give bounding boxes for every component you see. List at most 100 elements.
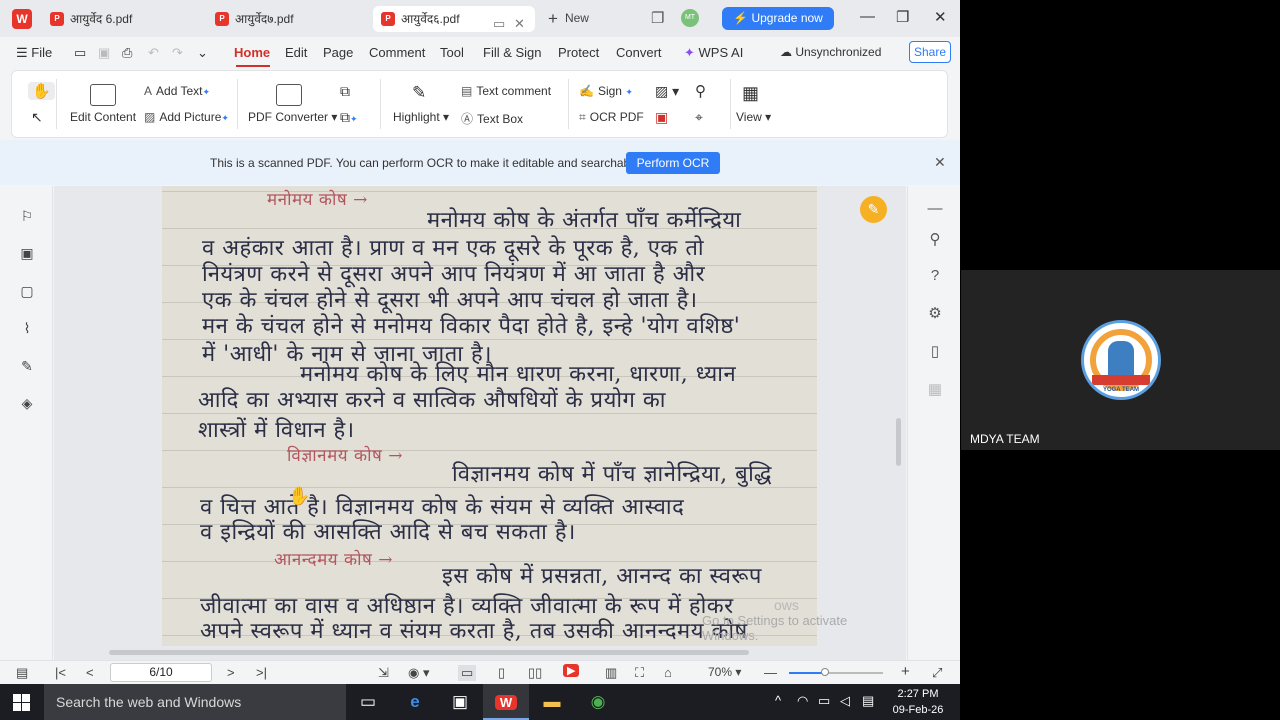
continuous-page-icon[interactable]: ▭ [458, 665, 477, 681]
zoom-slider-knob[interactable] [820, 668, 829, 676]
minimize-icon[interactable]: — [860, 8, 875, 25]
menu-home[interactable]: Home [234, 45, 270, 60]
tab-ayurved-6[interactable]: P आयुर्वेद 6.pdf [42, 6, 202, 32]
menu-protect[interactable]: Protect [558, 45, 599, 60]
save-icon[interactable]: ▣ [98, 45, 110, 61]
two-page-icon[interactable]: ▯▯ [528, 665, 542, 681]
battery-icon[interactable]: ▭ [818, 693, 830, 709]
screen-mirror-icon[interactable]: ▭ [493, 11, 505, 37]
toggle-sidebar-icon[interactable]: ▤ [16, 665, 28, 681]
share-button[interactable]: Share [909, 41, 951, 63]
fit-width-icon[interactable]: ▥ [605, 665, 617, 681]
menu-edit[interactable]: Edit [285, 45, 307, 60]
eye-read-mode-icon[interactable]: ◉ ▾ [408, 665, 429, 681]
wps-office-taskbar-icon[interactable]: W [483, 684, 529, 720]
zoom-out-icon[interactable]: — [764, 665, 777, 680]
upgrade-button[interactable]: ⚡ Upgrade now [722, 7, 834, 30]
signature-panel-icon[interactable]: ✎ [19, 358, 35, 374]
perform-ocr-button[interactable]: Perform OCR [626, 152, 720, 174]
image-tools-icon[interactable]: ▨ ▾ [655, 83, 679, 100]
add-text-button[interactable]: A Add Text✦ [144, 84, 210, 98]
convert-more-icon[interactable]: ⧉✦ [340, 109, 358, 126]
file-menu[interactable]: ☰ File [16, 45, 52, 61]
horizontal-scrollbar[interactable] [64, 649, 889, 657]
search-icon[interactable]: ⚲ [695, 82, 706, 100]
close-window-icon[interactable]: ✕ [934, 8, 947, 26]
apps-grid-icon[interactable]: ▦ [926, 380, 944, 398]
more-chevron-icon[interactable]: ⌄ [197, 45, 208, 61]
single-page-icon[interactable]: ▯ [498, 665, 505, 681]
menu-fill-sign[interactable]: Fill & Sign [483, 45, 542, 60]
text-box-button[interactable]: Ⓐ Text Box [461, 110, 523, 127]
select-tool-icon[interactable]: ↖ [31, 109, 43, 126]
edit-pen-badge-icon[interactable]: ✎ [860, 196, 887, 223]
last-page-icon[interactable]: >| [256, 665, 267, 680]
convert-file-icon[interactable]: ⧉ [340, 83, 350, 100]
layers-icon[interactable]: ◈ [19, 395, 35, 411]
open-folder-icon[interactable]: ▭ [74, 45, 86, 61]
redo-icon[interactable]: ↷ [172, 45, 183, 61]
document-viewport[interactable]: मनोमय कोष → मनोमय कोष के अंतर्गत पाँच कर… [54, 186, 906, 660]
chrome-icon[interactable]: ◉ [575, 684, 621, 720]
undo-icon[interactable]: ↶ [148, 45, 159, 61]
collapse-panel-icon[interactable]: — [926, 200, 944, 217]
restore-icon[interactable]: ❐ [896, 8, 909, 26]
close-banner-icon[interactable]: ✕ [934, 154, 946, 171]
wps-logo-icon[interactable]: W [12, 9, 32, 29]
next-page-icon[interactable]: > [227, 665, 235, 680]
pdf-page[interactable]: मनोमय कोष → मनोमय कोष के अंतर्गत पाँच कर… [162, 186, 817, 646]
add-picture-button[interactable]: ▨ Add Picture✦ [144, 110, 229, 124]
sign-button[interactable]: ✍ Sign ✦ [579, 84, 633, 98]
fit-page-icon[interactable]: ⛶ [635, 665, 644, 681]
menu-wps-ai[interactable]: ✦ WPS AI [684, 45, 743, 61]
first-page-icon[interactable]: |< [55, 665, 66, 680]
volume-icon[interactable]: ◁ [840, 693, 850, 709]
search-icon[interactable]: ⚲ [926, 230, 944, 248]
tab-ayurved-7[interactable]: P आयुर्वेद७.pdf [207, 6, 367, 32]
settings-sliders-icon[interactable]: ⚙ [926, 304, 944, 322]
taskbar-search-input[interactable]: Search the web and Windows [44, 684, 346, 720]
crop-icon[interactable]: ⌖ [695, 109, 703, 126]
tray-chevron-icon[interactable]: ^ [775, 693, 781, 708]
menu-tool[interactable]: Tool [440, 45, 464, 60]
zoom-level[interactable]: 70% ▾ [708, 665, 741, 679]
tab-ayurved-6-active[interactable]: P आयुर्वेद६.pdf ▭ ✕ [373, 6, 535, 32]
fullscreen-icon[interactable]: ⤢ [932, 665, 942, 681]
store-icon[interactable]: ▣ [437, 684, 483, 720]
file-explorer-icon[interactable]: ▬ [529, 684, 575, 720]
window-switch-icon[interactable]: ❐ [651, 9, 664, 27]
task-view-icon[interactable]: ▭ [345, 684, 391, 720]
pdf-to-image-icon[interactable]: ▣ [655, 109, 668, 126]
text-comment-button[interactable]: ▤ Text comment [461, 84, 551, 98]
hand-tool-icon[interactable]: ✋ [28, 82, 55, 100]
menu-page[interactable]: Page [323, 45, 353, 60]
play-slideshow-icon[interactable]: ▶ [563, 664, 580, 677]
zoom-slider[interactable] [789, 668, 883, 676]
edit-content-button[interactable]: Edit Content [70, 110, 136, 124]
bookmark-icon[interactable]: ⚐ [19, 208, 35, 224]
print-icon[interactable]: ⎙ [122, 45, 132, 61]
ocr-pdf-button[interactable]: ⌗ OCR PDF [579, 110, 644, 125]
notifications-icon[interactable]: ▤ [862, 693, 874, 709]
view-button[interactable]: View ▾ [736, 110, 771, 124]
sync-status[interactable]: ☁ Unsynchronized [780, 45, 881, 59]
taskbar-clock[interactable]: 2:27 PM 09-Feb-26 [890, 686, 946, 718]
user-avatar[interactable]: MT [681, 9, 699, 27]
comments-icon[interactable]: ▢ [19, 283, 35, 299]
help-icon[interactable]: ? [926, 267, 944, 284]
close-tab-icon[interactable]: ✕ [514, 11, 525, 37]
menu-comment[interactable]: Comment [369, 45, 425, 60]
reading-mode-icon[interactable]: ▯ [926, 342, 944, 360]
edge-browser-icon[interactable]: e [392, 684, 438, 720]
horizontal-scroll-thumb[interactable] [109, 650, 749, 655]
start-button[interactable] [13, 694, 30, 711]
attachment-icon[interactable]: ⌇ [19, 320, 35, 336]
export-icon[interactable]: ⇲ [378, 665, 389, 681]
highlight-button[interactable]: Highlight ▾ [393, 110, 449, 124]
zoom-in-icon[interactable]: + [901, 663, 910, 680]
previous-page-icon[interactable]: < [86, 665, 94, 680]
pdf-converter-button[interactable]: PDF Converter ▾ [248, 110, 337, 124]
vertical-scrollbar[interactable] [895, 186, 903, 646]
vertical-scroll-thumb[interactable] [896, 418, 901, 466]
new-tab-button[interactable]: + New [548, 9, 589, 29]
